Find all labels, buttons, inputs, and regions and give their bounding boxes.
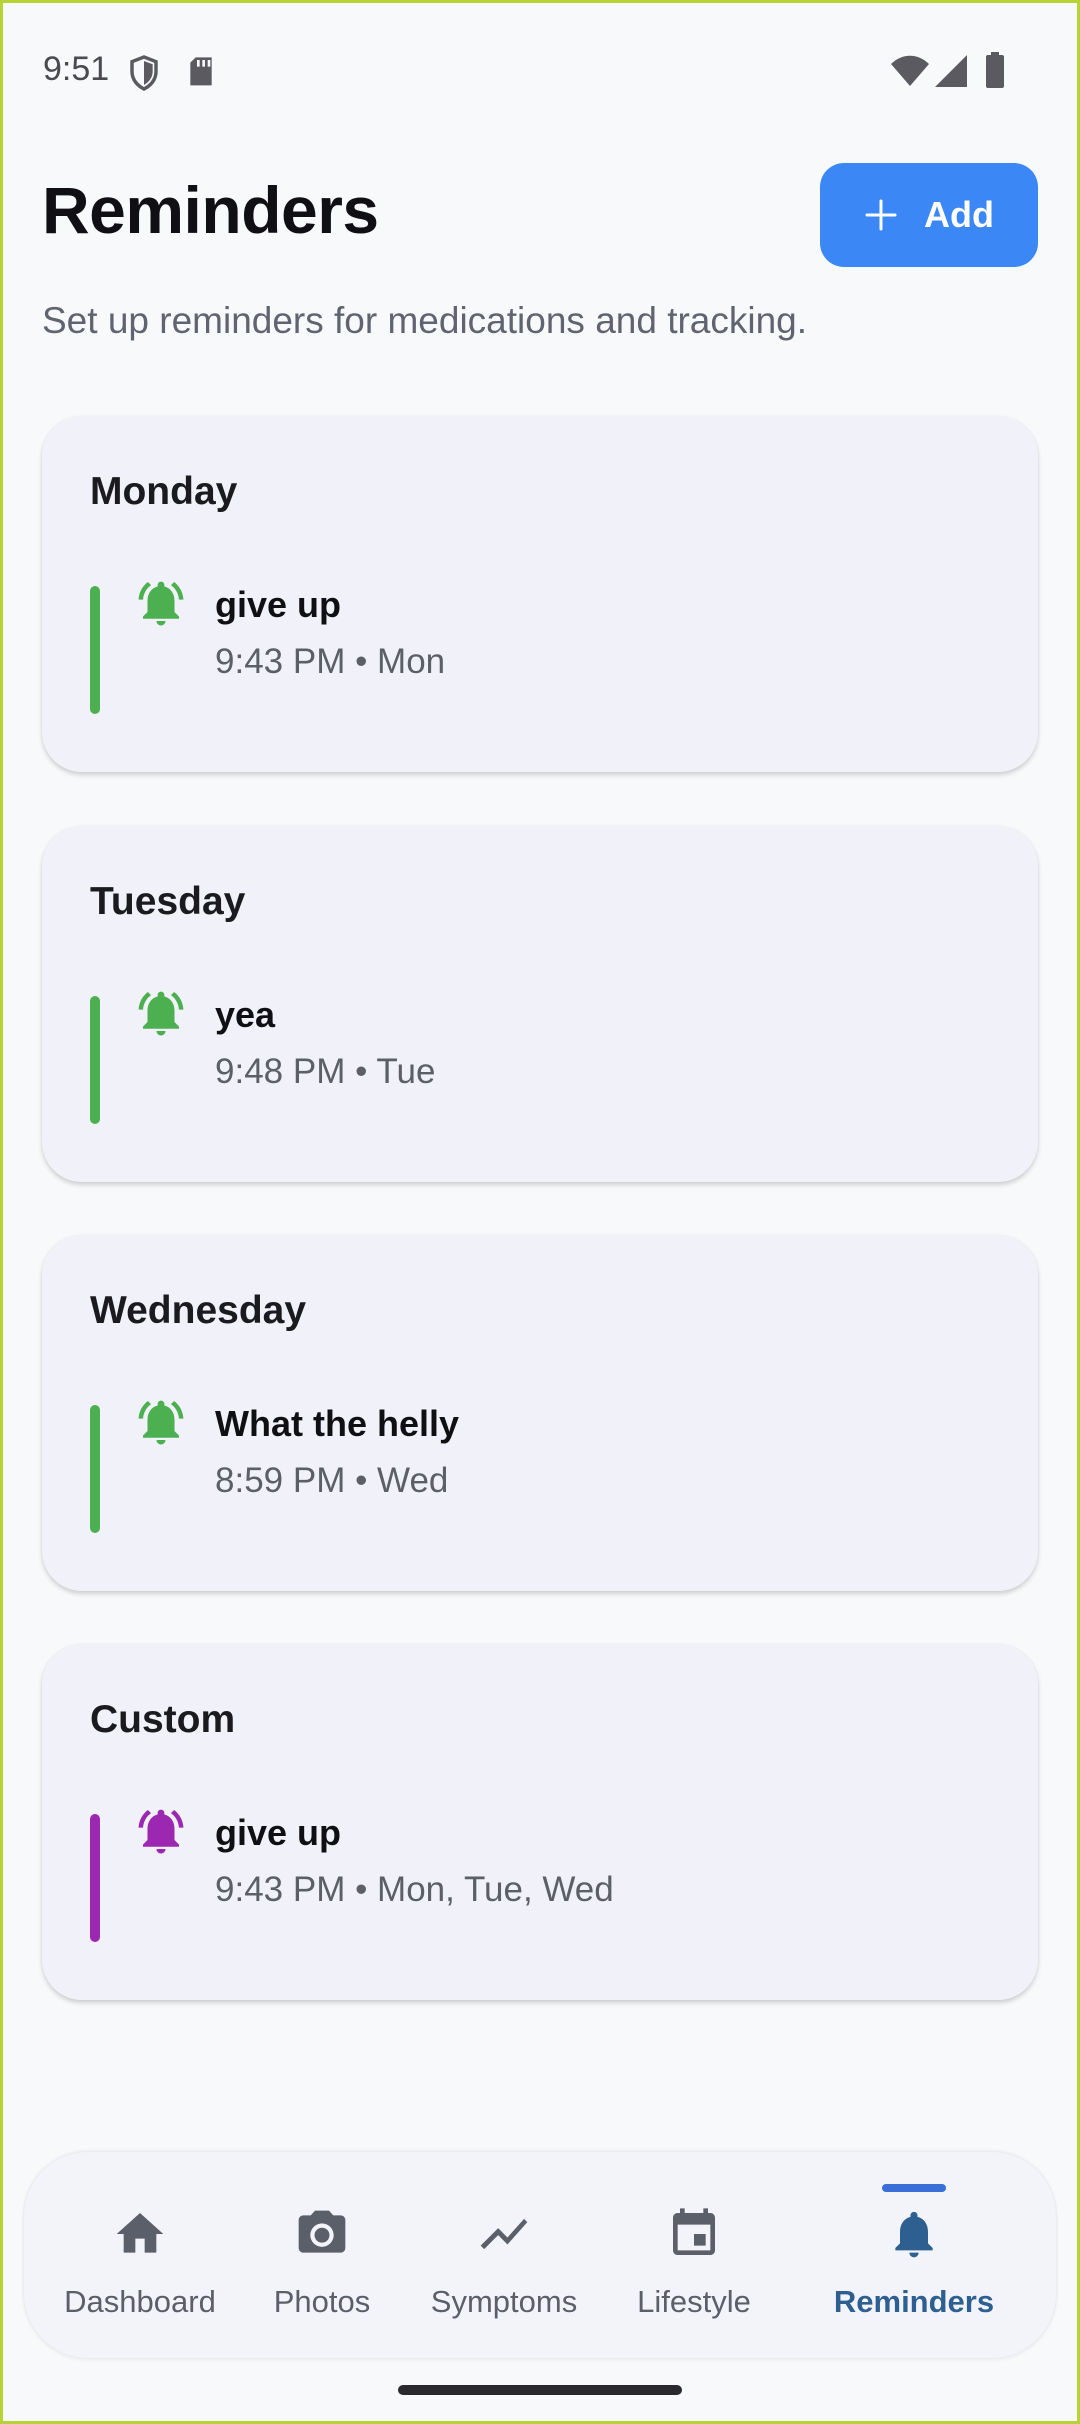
shield-icon: [130, 55, 158, 91]
group-title: Wednesday: [90, 1289, 307, 1332]
reminder-group-card: Wednesday What the helly 8:59 PM • Wed: [42, 1235, 1038, 1591]
reminder-schedule: 9:43 PM • Mon: [215, 642, 446, 681]
calendar-icon: [673, 2208, 715, 2255]
nav-label: Reminders: [833, 2284, 995, 2319]
bell-ringing-icon: [138, 1400, 184, 1445]
nav-item-reminders[interactable]: Reminders: [814, 2152, 1014, 2358]
battery-icon: [986, 52, 1004, 88]
reminder-title[interactable]: give up: [215, 584, 341, 626]
nav-item-symptoms[interactable]: Symptoms: [404, 2152, 604, 2358]
active-tab-indicator: [882, 2184, 946, 2192]
nav-item-dashboard[interactable]: Dashboard: [40, 2152, 240, 2358]
reminder-schedule: 9:43 PM • Mon, Tue, Wed: [215, 1870, 614, 1909]
reminder-schedule: 9:48 PM • Tue: [215, 1052, 436, 1091]
page-title: Reminders: [42, 173, 379, 247]
reminder-schedule: 8:59 PM • Wed: [215, 1461, 449, 1500]
nav-label: Photos: [273, 2284, 371, 2319]
trend-icon: [480, 2218, 528, 2250]
reminder-accent-bar: [90, 1405, 100, 1533]
group-title: Monday: [90, 470, 238, 513]
device-frame: [0, 0, 1080, 2424]
nav-label: Symptoms: [430, 2284, 578, 2319]
bell-icon: [895, 2211, 933, 2258]
signal-icon: [935, 55, 967, 87]
bell-ringing-icon: [138, 581, 184, 626]
reminder-group-card: Custom give up 9:43 PM • Mon, Tue, Wed: [42, 1644, 1038, 2000]
home-icon: [116, 2213, 164, 2253]
reminder-accent-bar: [90, 1814, 100, 1942]
reminder-accent-bar: [90, 586, 100, 714]
home-gesture-bar[interactable]: [398, 2385, 682, 2395]
nav-item-photos[interactable]: Photos: [240, 2152, 404, 2358]
group-title: Custom: [90, 1698, 236, 1741]
nav-label: Lifestyle: [637, 2284, 751, 2319]
status-bar: 9:51: [0, 0, 1080, 140]
plus-icon: [865, 199, 897, 231]
reminder-accent-bar: [90, 996, 100, 1124]
bell-ringing-icon: [138, 1809, 184, 1854]
nav-item-lifestyle[interactable]: Lifestyle: [604, 2152, 784, 2358]
group-title: Tuesday: [90, 880, 246, 923]
page-subtitle: Set up reminders for medications and tra…: [42, 300, 808, 341]
sd-card-icon: [190, 57, 212, 86]
add-button-label: Add: [924, 194, 994, 235]
bottom-navigation: Dashboard Photos Symptoms Lifestyle Remi…: [24, 2152, 1056, 2358]
reminder-title[interactable]: give up: [215, 1812, 341, 1854]
reminder-title[interactable]: yea: [215, 994, 275, 1036]
reminder-group-card: Monday give up 9:43 PM • Mon: [42, 416, 1038, 772]
camera-icon: [298, 2210, 346, 2253]
bell-ringing-icon: [138, 991, 184, 1036]
nav-label: Dashboard: [64, 2284, 216, 2319]
status-time: 9:51: [43, 50, 110, 88]
reminder-title[interactable]: What the helly: [215, 1403, 459, 1445]
wifi-icon: [891, 55, 929, 86]
add-reminder-button[interactable]: Add: [820, 163, 1038, 267]
reminder-group-card: Tuesday yea 9:48 PM • Tue: [42, 826, 1038, 1182]
